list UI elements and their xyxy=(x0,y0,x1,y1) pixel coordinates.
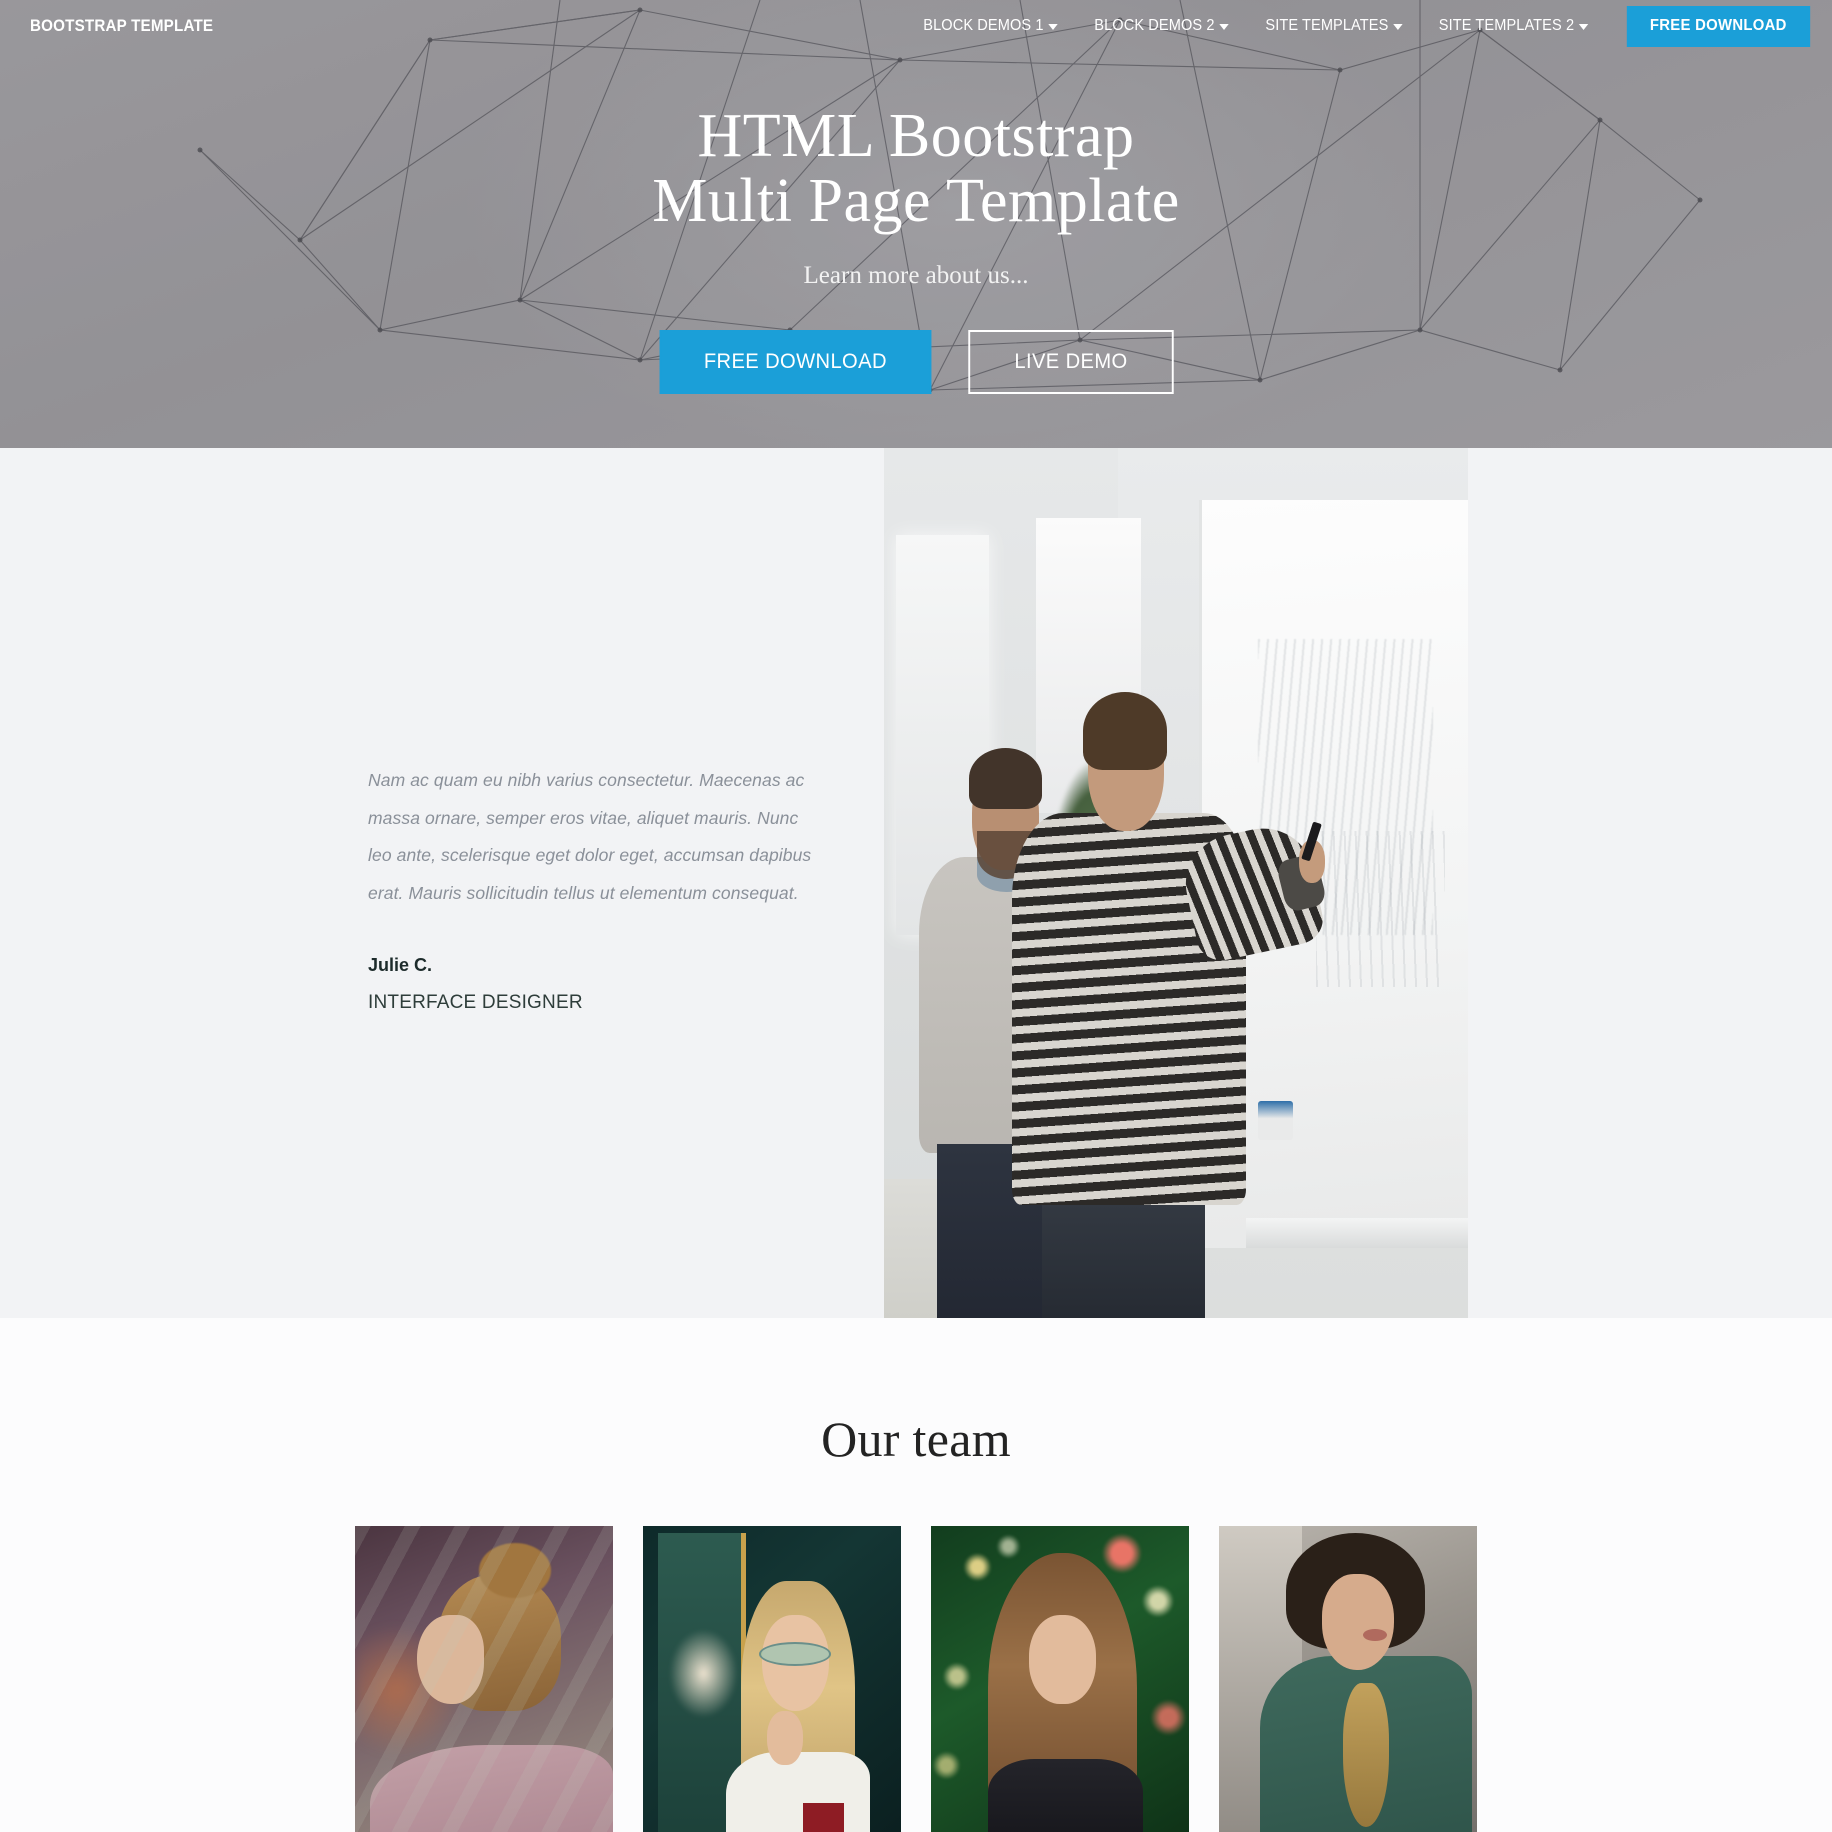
chevron-down-icon xyxy=(1047,24,1058,30)
team-member-photo-2[interactable] xyxy=(643,1526,901,1832)
hero-section: BOOTSTRAP TEMPLATE BLOCK DEMOS 1 BLOCK D… xyxy=(0,0,1832,448)
chevron-down-icon xyxy=(1579,24,1589,30)
testimonial-author-name: Julie C. xyxy=(368,954,433,975)
hero-subtitle: Learn more about us... xyxy=(803,262,1029,290)
nav-label: SITE TEMPLATES xyxy=(1264,17,1388,34)
nav-links: BLOCK DEMOS 1 BLOCK DEMOS 2 SITE TEMPLAT… xyxy=(905,5,1832,47)
hero-content: HTML Bootstrap Multi Page Template Learn… xyxy=(0,0,1832,395)
team-member-photo-4[interactable] xyxy=(1219,1526,1477,1832)
testimonial-section: Nam ac quam eu nibh varius consectetur. … xyxy=(0,448,1832,1318)
chevron-down-icon xyxy=(1218,24,1229,30)
office-scene-illustration xyxy=(884,448,1468,1318)
nav-free-download-button[interactable]: FREE DOWNLOAD xyxy=(1627,5,1811,47)
nav-label: BLOCK DEMOS 1 xyxy=(923,17,1044,34)
nav-label: SITE TEMPLATES 2 xyxy=(1439,17,1575,34)
page-title: HTML Bootstrap Multi Page Template xyxy=(0,102,1832,236)
hero-live-demo-button[interactable]: LIVE DEMO xyxy=(968,330,1175,395)
team-section: Our team xyxy=(0,1318,1832,1832)
testimonial-author-role: INTERFACE DESIGNER xyxy=(368,991,583,1013)
team-grid xyxy=(0,1526,1832,1832)
team-member-photo-3[interactable] xyxy=(931,1526,1189,1832)
chevron-down-icon xyxy=(1392,24,1403,30)
main-navigation: BOOTSTRAP TEMPLATE BLOCK DEMOS 1 BLOCK D… xyxy=(0,0,1832,52)
testimonial-text-block: Nam ac quam eu nibh varius consectetur. … xyxy=(368,762,820,1014)
nav-item-site-templates[interactable]: SITE TEMPLATES xyxy=(1252,11,1415,41)
team-section-title: Our team xyxy=(821,1411,1011,1467)
nav-label: BLOCK DEMOS 2 xyxy=(1093,17,1215,34)
hero-free-download-button[interactable]: FREE DOWNLOAD xyxy=(659,330,931,395)
brand-logo[interactable]: BOOTSTRAP TEMPLATE xyxy=(30,17,213,36)
nav-item-site-templates-2[interactable]: SITE TEMPLATES 2 xyxy=(1426,11,1602,41)
hero-title-line-1: HTML Bootstrap xyxy=(697,102,1135,170)
team-member-photo-1[interactable] xyxy=(355,1526,613,1832)
testimonial-photo xyxy=(884,448,1468,1318)
nav-item-block-demos-2[interactable]: BLOCK DEMOS 2 xyxy=(1081,11,1242,41)
testimonial-quote: Nam ac quam eu nibh varius consectetur. … xyxy=(368,770,812,903)
nav-item-block-demos-1[interactable]: BLOCK DEMOS 1 xyxy=(910,11,1071,41)
hero-button-group: FREE DOWNLOAD LIVE DEMO xyxy=(0,330,1832,395)
hero-title-line-2: Multi Page Template xyxy=(652,167,1180,236)
